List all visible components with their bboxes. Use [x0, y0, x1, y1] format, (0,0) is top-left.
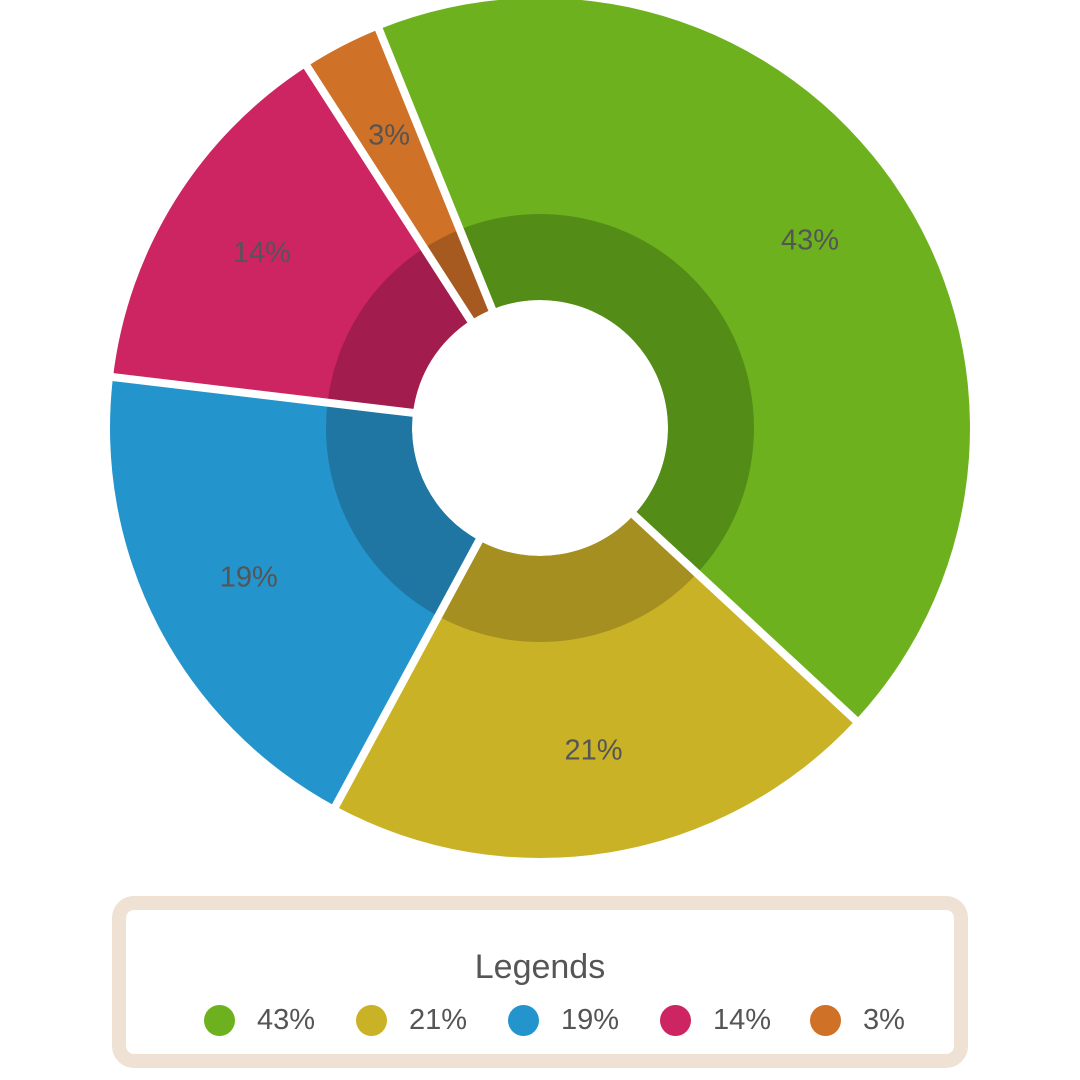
legend-swatch: [356, 1004, 387, 1036]
slices-layer: [108, 0, 970, 858]
slice-label-19-pct: 19%: [220, 562, 278, 594]
legend-swatch: [660, 1004, 691, 1036]
legend-swatch: [810, 1004, 841, 1036]
legend-label: 14%: [713, 1004, 772, 1036]
legend-swatch: [508, 1004, 539, 1036]
legend-swatch: [204, 1004, 235, 1036]
legend-title: Legends: [474, 948, 606, 986]
legend-item: 21%: [356, 1000, 467, 1040]
legend-label: 21%: [409, 1004, 468, 1036]
slice-label-43-pct: 43%: [781, 224, 839, 256]
legend-label: 19%: [561, 1004, 620, 1036]
slice-label-3-pct: 3%: [368, 119, 410, 151]
legend-label: 43%: [257, 1004, 316, 1036]
legend-item: 14%: [660, 1000, 771, 1040]
legend: Legends 43% 21% 19% 14% 3%: [112, 896, 968, 1068]
slice-label-21-pct: 21%: [565, 734, 623, 766]
chart-canvas: 43% 21% 19% 14% 3% Legends 43% 21% 19% 14% 3%: [0, 0, 1080, 1080]
legend-item: 19%: [508, 1000, 619, 1040]
legend-item: 43%: [204, 1000, 315, 1040]
legend-label: 3%: [863, 1004, 905, 1036]
legend-item: 3%: [810, 1000, 905, 1040]
slice-label-14-pct: 14%: [233, 237, 291, 269]
legend-items: 43% 21% 19% 14% 3%: [126, 1000, 954, 1040]
